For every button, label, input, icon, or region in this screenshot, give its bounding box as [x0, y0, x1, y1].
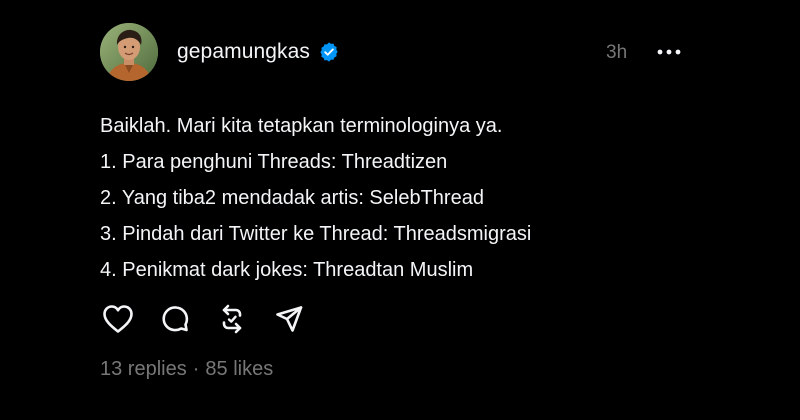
post-timestamp: 3h	[606, 42, 628, 63]
share-icon	[276, 306, 303, 332]
post-stats: 13 replies · 85 likes	[100, 358, 273, 381]
post-text-line: 1. Para penghuni Threads: Threadtizen	[100, 151, 448, 173]
comment-icon	[162, 306, 189, 332]
stats-separator: ·	[192, 358, 200, 380]
post-body: Baiklah. Mari kita tetapkan terminologin…	[100, 108, 720, 288]
avatar[interactable]	[100, 23, 158, 81]
post-text-line: 4. Penikmat dark jokes: Threadtan Muslim	[100, 259, 474, 281]
post-text-line: 2. Yang tiba2 mendadak artis: SelebThrea…	[100, 187, 484, 209]
post-actions	[100, 301, 328, 337]
heart-icon	[103, 305, 133, 333]
repost-button[interactable]	[214, 301, 250, 337]
username[interactable]: gepamungkas	[177, 40, 310, 64]
share-button[interactable]	[271, 301, 307, 337]
more-options-button[interactable]	[653, 36, 685, 68]
verified-badge-icon	[318, 41, 340, 63]
ellipsis-icon	[657, 49, 681, 55]
repost-icon	[222, 304, 242, 334]
reply-button[interactable]	[157, 301, 193, 337]
avatar-image	[100, 23, 158, 81]
post-text-line: 3. Pindah dari Twitter ke Thread: Thread…	[100, 223, 532, 245]
username-row: gepamungkas	[177, 40, 340, 64]
like-button[interactable]	[100, 301, 136, 337]
thread-post: gepamungkas 3h Baiklah. Mari kita tetapk…	[0, 0, 800, 420]
likes-count[interactable]: 85 likes	[205, 358, 273, 381]
replies-count[interactable]: 13 replies	[100, 358, 187, 381]
post-header: gepamungkas 3h	[100, 22, 700, 82]
post-text-line: Baiklah. Mari kita tetapkan terminologin…	[100, 115, 503, 137]
